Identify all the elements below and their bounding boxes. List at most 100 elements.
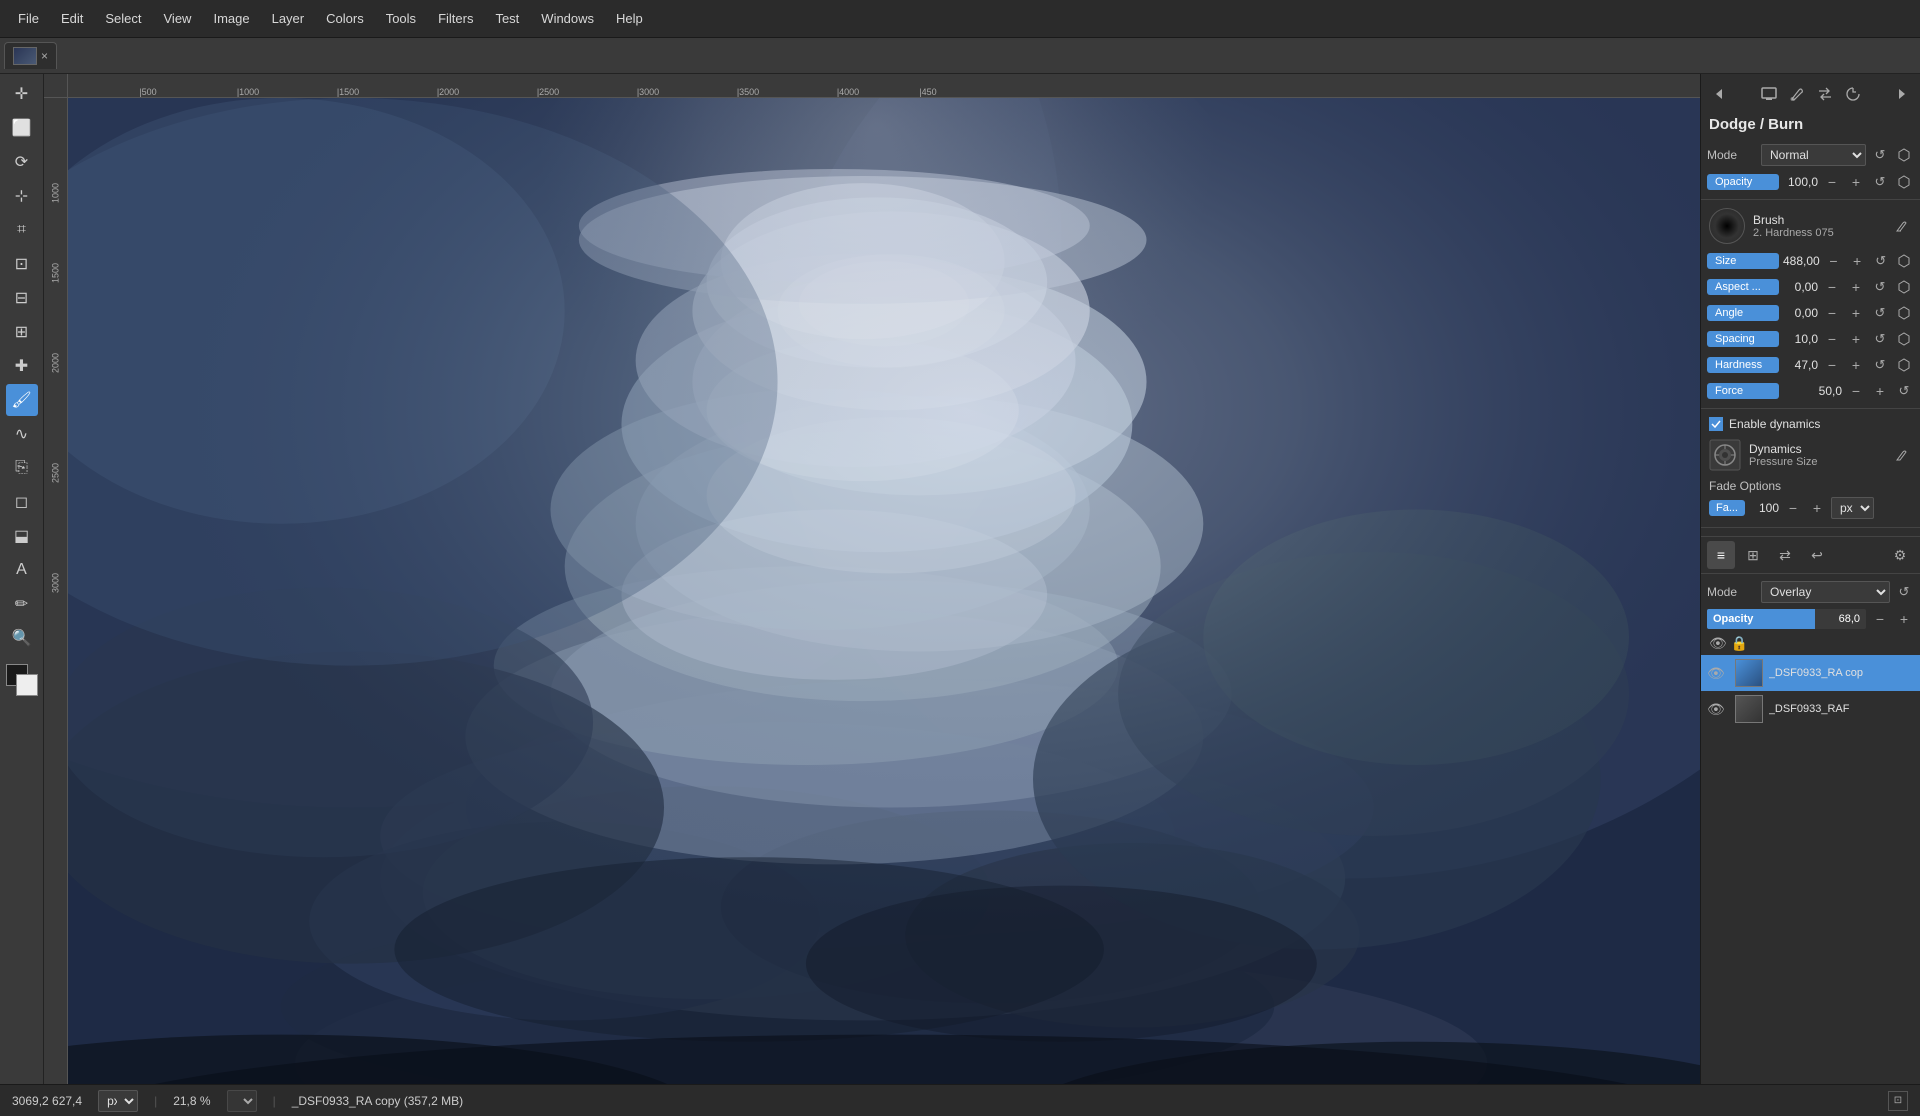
menu-windows[interactable]: Windows xyxy=(531,7,604,30)
spacing-plus-btn[interactable]: + xyxy=(1846,329,1866,349)
canvas-tab[interactable]: × xyxy=(4,42,57,69)
angle-chain-btn[interactable] xyxy=(1894,303,1914,323)
aspect-minus-btn[interactable]: − xyxy=(1822,277,1842,297)
panel-swap-btn[interactable] xyxy=(1813,82,1837,106)
layer-item-copy[interactable]: 👁 _DSF0933_RA cop xyxy=(1701,655,1920,691)
menu-test[interactable]: Test xyxy=(485,7,529,30)
size-plus-btn[interactable]: + xyxy=(1847,251,1867,271)
layer-raf-eye[interactable]: 👁 xyxy=(1707,701,1725,718)
status-expand-btn[interactable]: ⊡ xyxy=(1888,1091,1908,1111)
fade-unit-select[interactable]: px % xyxy=(1831,497,1874,519)
panel-next-btn[interactable] xyxy=(1890,82,1914,106)
enable-dynamics-checkbox[interactable] xyxy=(1709,417,1723,431)
size-btn[interactable]: Size xyxy=(1707,253,1779,269)
opacity-minus-btn[interactable]: − xyxy=(1822,172,1842,192)
lasso-tool-btn[interactable]: ⟳ xyxy=(6,146,38,178)
layer-copy-eye[interactable]: 👁 xyxy=(1707,665,1725,682)
zoom-dropdown[interactable]: ▼ xyxy=(227,1090,257,1112)
mode-reset2-btn[interactable] xyxy=(1894,145,1914,165)
panel-history-btn[interactable] xyxy=(1841,82,1865,106)
crop-btn[interactable]: ⊡ xyxy=(6,248,38,280)
paintbrush-btn[interactable]: 🖌 xyxy=(6,384,38,416)
free-select-btn[interactable]: ⊹ xyxy=(6,180,38,212)
opacity-plus-btn[interactable]: + xyxy=(1846,172,1866,192)
force-btn[interactable]: Force xyxy=(1707,383,1779,399)
tab-close[interactable]: × xyxy=(41,49,48,63)
tab-layers-btn[interactable]: ≡ xyxy=(1707,541,1735,569)
hardness-plus-btn[interactable]: + xyxy=(1846,355,1866,375)
hardness-chain-btn[interactable] xyxy=(1894,355,1914,375)
force-reset-btn[interactable]: ↺ xyxy=(1894,381,1914,401)
angle-minus-btn[interactable]: − xyxy=(1822,303,1842,323)
color-selector[interactable] xyxy=(6,664,38,696)
layer-mode-select[interactable]: Overlay Normal Multiply Screen Dodge Bur… xyxy=(1761,581,1890,603)
guides-btn[interactable]: ⊞ xyxy=(6,316,38,348)
fade-btn[interactable]: Fa... xyxy=(1709,500,1745,516)
menu-colors[interactable]: Colors xyxy=(316,7,374,30)
tab-channels-btn[interactable]: ⊞ xyxy=(1739,541,1767,569)
brush-edit-btn[interactable] xyxy=(1892,216,1912,236)
force-plus-btn[interactable]: + xyxy=(1870,381,1890,401)
spacing-minus-btn[interactable]: − xyxy=(1822,329,1842,349)
angle-plus-btn[interactable]: + xyxy=(1846,303,1866,323)
mode-reset-btn[interactable]: ↺ xyxy=(1870,145,1890,165)
layer-lock-icon[interactable]: 🔒 xyxy=(1731,635,1748,652)
tab-undo-btn[interactable]: ↩ xyxy=(1803,541,1831,569)
fill-btn[interactable]: ⬓ xyxy=(6,520,38,552)
menu-edit[interactable]: Edit xyxy=(51,7,93,30)
spacing-chain-btn[interactable] xyxy=(1894,329,1914,349)
force-minus-btn[interactable]: − xyxy=(1846,381,1866,401)
aspect-btn[interactable]: Aspect ... xyxy=(1707,279,1779,295)
angle-reset-btn[interactable]: ↺ xyxy=(1870,303,1890,323)
smudge-btn[interactable]: ∿ xyxy=(6,418,38,450)
canvas-area[interactable] xyxy=(68,98,1700,1084)
view-tool-btn[interactable]: ⬜ xyxy=(6,112,38,144)
clone-btn[interactable]: ⎘ xyxy=(6,452,38,484)
unit-select[interactable]: px % mm in xyxy=(98,1090,138,1112)
dynamics-icon[interactable] xyxy=(1709,439,1741,471)
aspect-reset-btn[interactable]: ↺ xyxy=(1870,277,1890,297)
transform-btn[interactable]: ⌗ xyxy=(6,214,38,246)
panel-prev-btn[interactable] xyxy=(1707,82,1731,106)
angle-btn[interactable]: Angle xyxy=(1707,305,1779,321)
layer-opacity-plus-btn[interactable]: + xyxy=(1894,609,1914,629)
opacity-reset-btn[interactable]: ↺ xyxy=(1870,172,1890,192)
layer-mode-reset-btn[interactable]: ↺ xyxy=(1894,582,1914,602)
panel-brush-btn[interactable] xyxy=(1785,82,1809,106)
aspect-plus-btn[interactable]: + xyxy=(1846,277,1866,297)
dynamics-edit-btn[interactable] xyxy=(1892,445,1912,465)
spacing-btn[interactable]: Spacing xyxy=(1707,331,1779,347)
hardness-btn[interactable]: Hardness xyxy=(1707,357,1779,373)
fade-plus-btn[interactable]: + xyxy=(1807,498,1827,518)
size-minus-btn[interactable]: − xyxy=(1824,251,1844,271)
menu-layer[interactable]: Layer xyxy=(262,7,315,30)
layer-item-raf[interactable]: 👁 _DSF0933_RAF xyxy=(1701,691,1920,727)
hardness-minus-btn[interactable]: − xyxy=(1822,355,1842,375)
layer-opacity-bar[interactable]: Opacity 68,0 xyxy=(1707,609,1866,629)
heal-btn[interactable]: ✚ xyxy=(6,350,38,382)
brush-preview[interactable] xyxy=(1709,208,1745,244)
aspect-chain-btn[interactable] xyxy=(1894,277,1914,297)
layer-eye-icon[interactable]: 👁 xyxy=(1709,635,1727,652)
spacing-reset-btn[interactable]: ↺ xyxy=(1870,329,1890,349)
text-btn[interactable]: A xyxy=(6,554,38,586)
path-btn[interactable]: ✏ xyxy=(6,588,38,620)
menu-file[interactable]: File xyxy=(8,7,49,30)
eraser-btn[interactable]: ◻ xyxy=(6,486,38,518)
tab-paths-btn[interactable]: ⇄ xyxy=(1771,541,1799,569)
menu-help[interactable]: Help xyxy=(606,7,653,30)
opacity-btn[interactable]: Opacity xyxy=(1707,174,1779,190)
size-reset-btn[interactable]: ↺ xyxy=(1871,251,1891,271)
move-tool-btn[interactable]: ✛ xyxy=(6,78,38,110)
mode-select[interactable]: Normal Multiply Screen Overlay Dodge Bur… xyxy=(1761,144,1866,166)
size-chain-btn[interactable] xyxy=(1894,251,1914,271)
zoom-btn[interactable]: 🔍 xyxy=(6,622,38,654)
panel-display-btn[interactable] xyxy=(1757,82,1781,106)
layer-align-btn[interactable]: ⊟ xyxy=(6,282,38,314)
menu-image[interactable]: Image xyxy=(203,7,259,30)
menu-tools[interactable]: Tools xyxy=(376,7,426,30)
fade-minus-btn[interactable]: − xyxy=(1783,498,1803,518)
layer-opacity-minus-btn[interactable]: − xyxy=(1870,609,1890,629)
menu-filters[interactable]: Filters xyxy=(428,7,483,30)
menu-view[interactable]: View xyxy=(154,7,202,30)
